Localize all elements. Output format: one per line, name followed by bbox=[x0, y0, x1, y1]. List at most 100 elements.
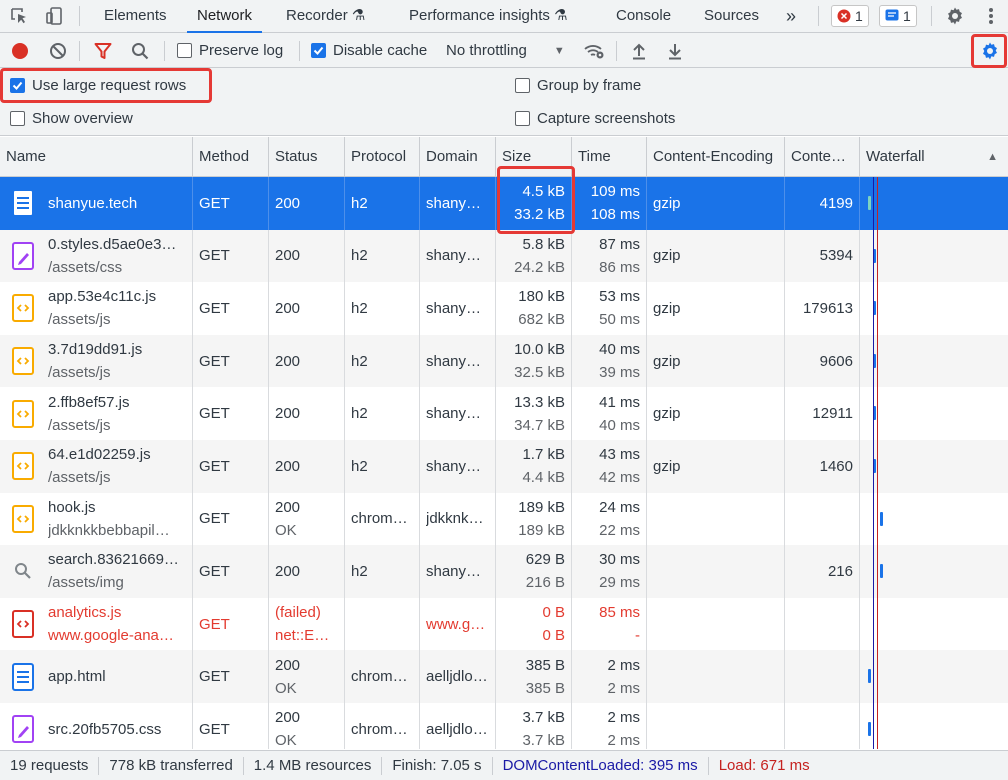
import-har-icon[interactable] bbox=[629, 41, 649, 61]
script-icon bbox=[12, 294, 34, 323]
time-cell-secondary: 29 ms bbox=[599, 574, 640, 592]
network-settings-gear-icon[interactable] bbox=[979, 40, 1001, 62]
size-cell-value: 4.5 kB bbox=[522, 183, 565, 201]
column-header-content-length[interactable]: Conte… bbox=[785, 137, 860, 177]
checkbox-box bbox=[10, 111, 25, 126]
name-cell: 64.e1d02259.js/assets/js bbox=[0, 440, 193, 493]
status-cell-value: 200 bbox=[275, 194, 301, 212]
capture-screenshots-checkbox[interactable]: Capture screenshots bbox=[515, 110, 675, 127]
content-encoding-cell: gzip bbox=[647, 229, 785, 283]
more-options-icon[interactable] bbox=[980, 5, 1002, 27]
clear-icon[interactable] bbox=[48, 41, 68, 61]
method-cell: GET bbox=[193, 229, 269, 283]
content-length-cell-value: 179613 bbox=[802, 299, 853, 317]
request-name: app.53e4c11c.js bbox=[48, 288, 157, 306]
network-conditions-icon[interactable] bbox=[582, 41, 606, 61]
content-encoding-cell: gzip bbox=[647, 387, 785, 440]
method-cell: GET bbox=[193, 334, 269, 388]
time-cell: 87 ms 86 ms bbox=[572, 229, 647, 283]
checkbox-box bbox=[515, 111, 530, 126]
errors-badge[interactable]: 1 bbox=[831, 5, 869, 27]
group-by-frame-checkbox[interactable]: Group by frame bbox=[515, 77, 641, 94]
content-length-cell-value: 5394 bbox=[819, 247, 853, 265]
method-cell-value: GET bbox=[199, 299, 230, 317]
tab-recorder[interactable]: Recorder ⚗ bbox=[286, 0, 365, 32]
transferred-size: 778 kB transferred bbox=[99, 756, 244, 775]
name-cell: src.20fb5705.css bbox=[0, 703, 193, 749]
table-row[interactable]: shanyue.tech GET 200 h2 shany… 4.5 kB 33.2 kB 1… bbox=[0, 177, 1008, 230]
throttling-select[interactable]: No throttling ▼ bbox=[446, 42, 565, 59]
large-request-rows-checkbox[interactable]: Use large request rows bbox=[10, 77, 186, 94]
tab-network[interactable]: Network bbox=[186, 0, 263, 33]
gear-icon[interactable] bbox=[944, 5, 966, 27]
tab-elements[interactable]: Elements bbox=[104, 0, 167, 32]
table-header: Name Method Status Protocol Domain Size … bbox=[0, 137, 1008, 177]
name-cell: shanyue.tech bbox=[0, 177, 193, 230]
search-icon[interactable] bbox=[130, 41, 150, 61]
dropdown-arrow-icon: ▼ bbox=[553, 44, 565, 57]
size-cell-value: 0 B bbox=[542, 604, 565, 622]
messages-badge[interactable]: 1 bbox=[879, 5, 917, 27]
tab-performance-insights[interactable]: Performance insights ⚗ bbox=[409, 0, 568, 32]
protocol-cell: chrom… bbox=[345, 703, 420, 749]
column-header-protocol[interactable]: Protocol bbox=[345, 137, 420, 177]
more-tabs-icon[interactable]: » bbox=[786, 0, 796, 32]
script-icon bbox=[12, 347, 34, 376]
column-header-method[interactable]: Method bbox=[193, 137, 269, 177]
column-header-name[interactable]: Name bbox=[0, 137, 193, 177]
column-header-content-encoding[interactable]: Content-Encoding bbox=[647, 137, 785, 177]
content-encoding-cell: gzip bbox=[647, 440, 785, 493]
size-cell: 13.3 kB 34.7 kB bbox=[496, 387, 572, 440]
preserve-log-checkbox[interactable]: Preserve log bbox=[177, 42, 283, 59]
table-row[interactable]: 3.7d19dd91.js/assets/js GET 200 h2 shany… 10.… bbox=[0, 334, 1008, 388]
column-header-waterfall[interactable]: Waterfall ▲ bbox=[860, 137, 1008, 177]
size-cell-secondary: 33.2 kB bbox=[514, 206, 565, 224]
filter-icon[interactable] bbox=[93, 41, 113, 61]
tab-sources[interactable]: Sources bbox=[704, 0, 759, 32]
image-icon bbox=[12, 557, 34, 585]
table-row[interactable]: 64.e1d02259.js/assets/js GET 200 h2 shany… 1.… bbox=[0, 440, 1008, 493]
checkbox-box bbox=[515, 78, 530, 93]
size-cell: 3.7 kB 3.7 kB bbox=[496, 703, 572, 749]
table-row[interactable]: 0.styles.d5ae0e3… /assets/css GET 200 h2 shan… bbox=[0, 229, 1008, 283]
table-row[interactable]: app.html GET 200 OK chrom… aelljdlo… 385 B 385 … bbox=[0, 650, 1008, 703]
protocol-cell bbox=[345, 597, 420, 651]
name-cell: analytics.js www.google-ana… bbox=[0, 597, 193, 651]
disable-cache-checkbox[interactable]: Disable cache bbox=[311, 42, 427, 59]
content-encoding-cell: gzip bbox=[647, 177, 785, 230]
table-row[interactable]: hook.js jdkknkkbebbapil… GET 200 OK chrom… jdk… bbox=[0, 492, 1008, 546]
table-row[interactable]: analytics.js www.google-ana… GET (failed) ne… bbox=[0, 597, 1008, 651]
request-path: /assets/js bbox=[48, 469, 111, 487]
method-cell-value: GET bbox=[199, 247, 230, 265]
inspect-element-icon[interactable] bbox=[8, 6, 30, 26]
tab-console[interactable]: Console bbox=[616, 0, 671, 32]
table-row[interactable]: app.53e4c11c.js/assets/js GET 200 h2 shany… 1… bbox=[0, 282, 1008, 335]
table-row[interactable]: search.83621669… /assets/img GET 200 h2 shany… bbox=[0, 545, 1008, 598]
record-icon[interactable] bbox=[10, 41, 30, 61]
column-header-time[interactable]: Time bbox=[572, 137, 647, 177]
protocol-cell: h2 bbox=[345, 334, 420, 388]
device-toolbar-icon[interactable] bbox=[44, 6, 66, 26]
export-har-icon[interactable] bbox=[665, 41, 685, 61]
protocol-cell: chrom… bbox=[345, 650, 420, 703]
status-cell-value: 200 bbox=[275, 457, 301, 475]
column-header-status[interactable]: Status bbox=[269, 137, 345, 177]
request-name: src.20fb5705.css bbox=[48, 720, 162, 738]
table-row[interactable]: src.20fb5705.css GET 200 OK chrom… aelljdlo… 3… bbox=[0, 703, 1008, 749]
tab-recorder-label: Recorder bbox=[286, 7, 348, 24]
size-cell-secondary: 216 B bbox=[525, 574, 565, 592]
content-encoding-cell bbox=[647, 703, 785, 749]
request-path: jdkknkkbebbapil… bbox=[48, 521, 170, 539]
request-name: hook.js bbox=[48, 498, 96, 516]
table-row[interactable]: 2.ffb8ef57.js/assets/js GET 200 h2 shany… 13.… bbox=[0, 387, 1008, 440]
message-icon bbox=[885, 9, 899, 21]
time-cell-value: 24 ms bbox=[599, 498, 640, 516]
request-path: /assets/css bbox=[48, 258, 123, 276]
column-header-domain[interactable]: Domain bbox=[420, 137, 496, 177]
time-cell-value: 2 ms bbox=[607, 656, 640, 674]
show-overview-checkbox[interactable]: Show overview bbox=[10, 110, 133, 127]
stylesheet-icon bbox=[12, 715, 34, 744]
content-length-cell-value: 12911 bbox=[812, 405, 853, 423]
column-header-size[interactable]: Size bbox=[496, 137, 572, 177]
size-cell: 0 B0 B bbox=[496, 597, 572, 651]
